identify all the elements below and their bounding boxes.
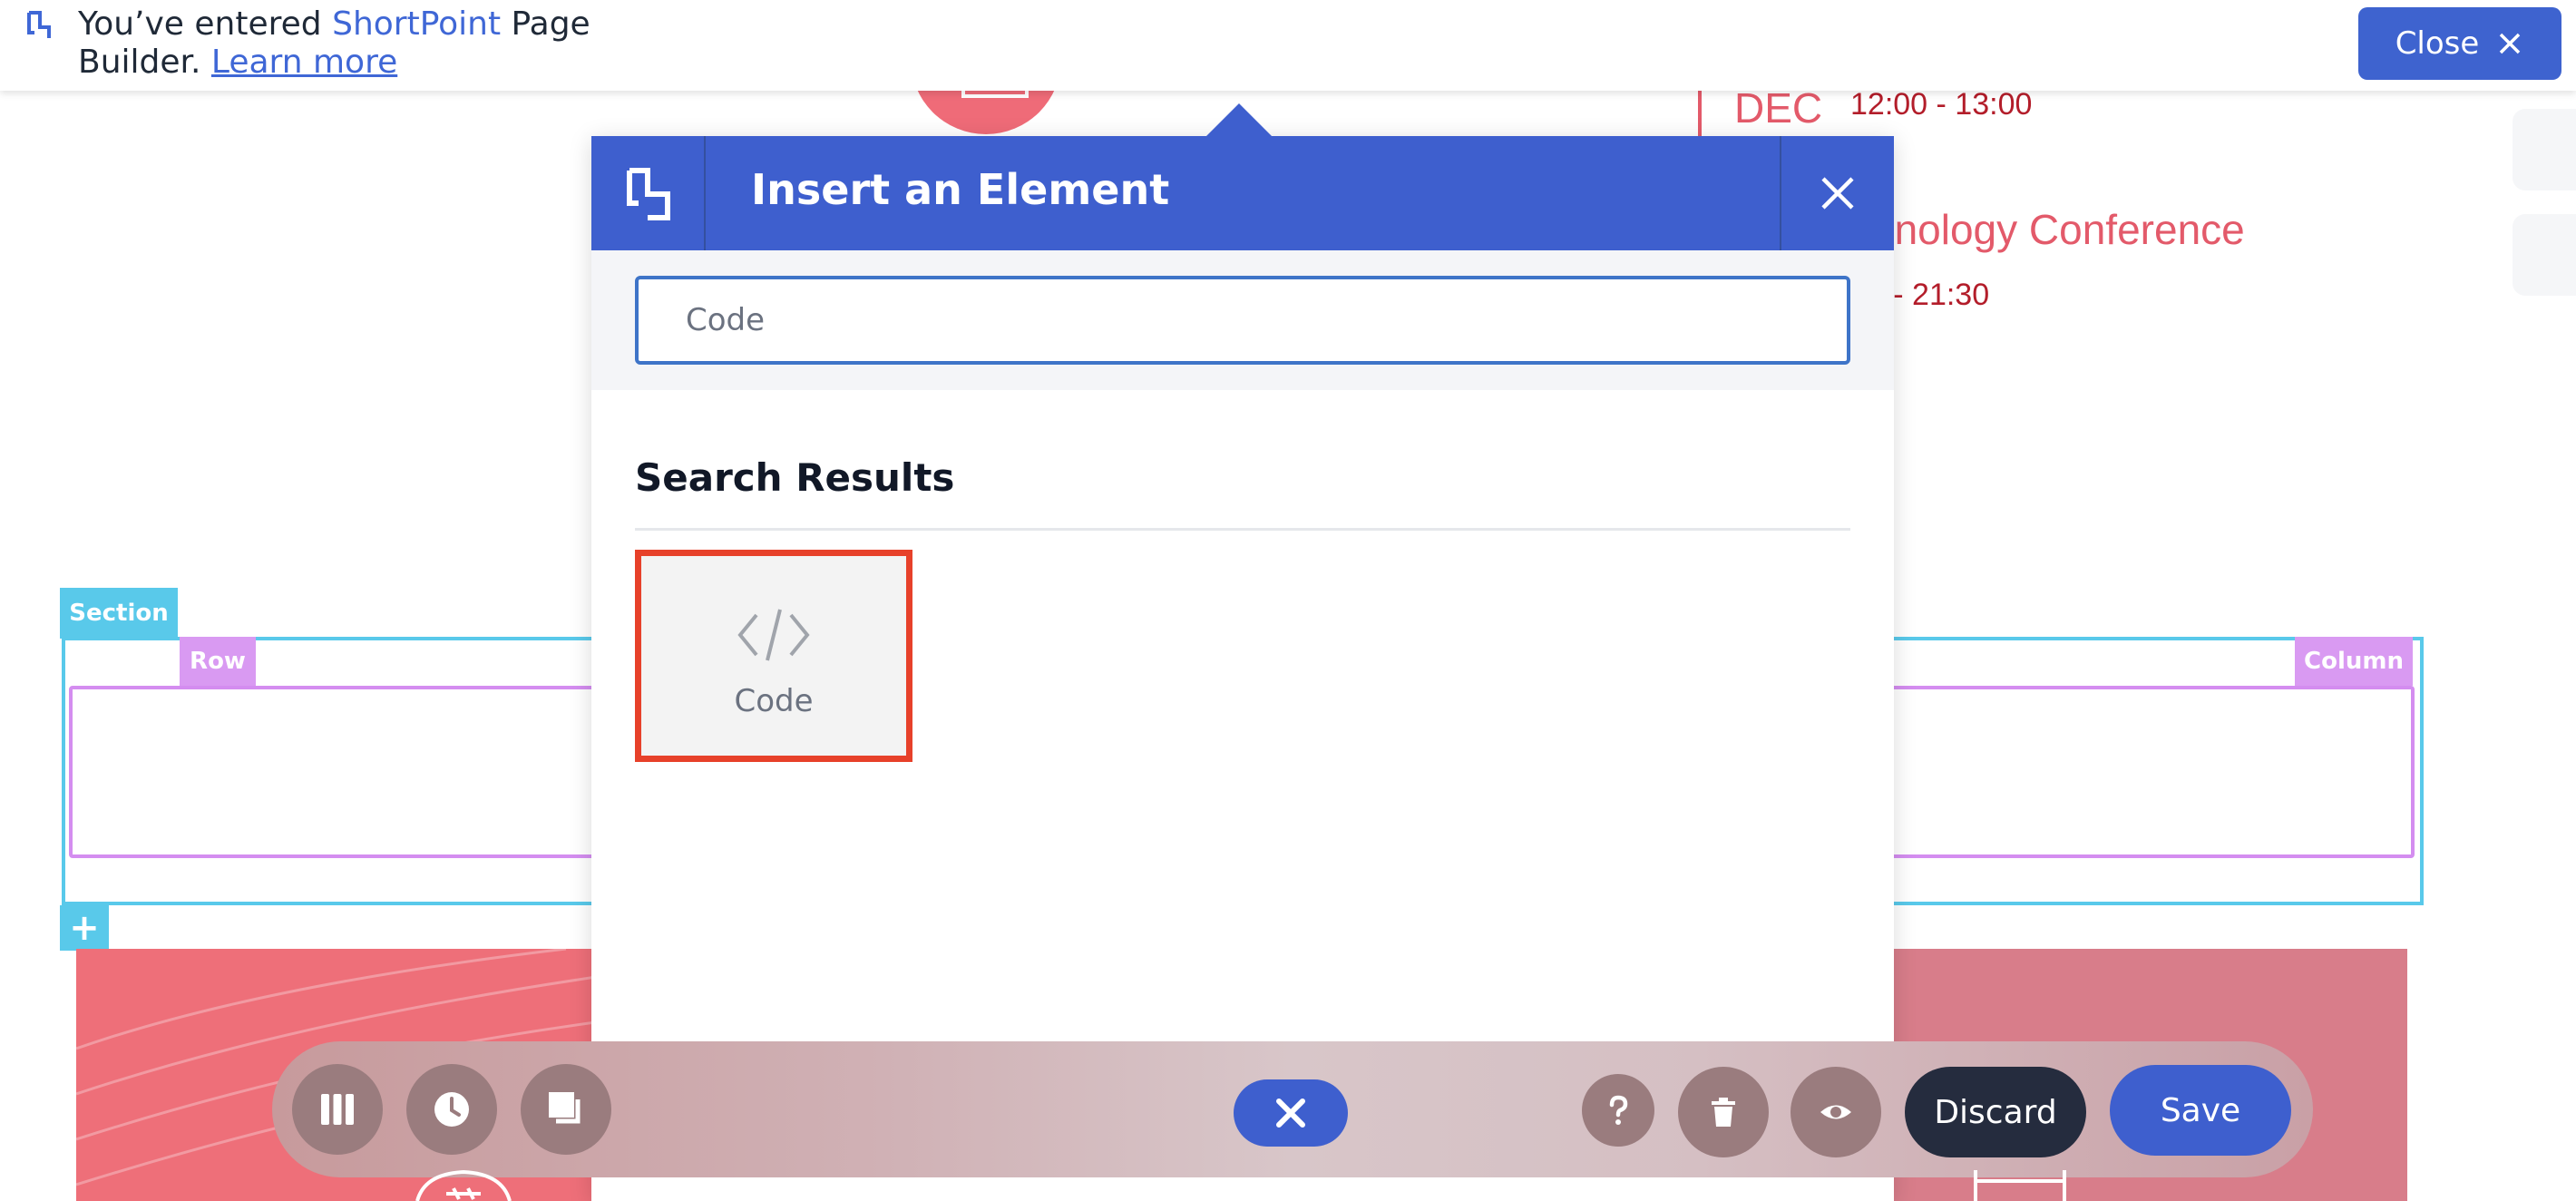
history-button[interactable]	[406, 1064, 497, 1155]
trash-icon	[1712, 1098, 1735, 1127]
code-icon	[737, 609, 810, 661]
discard-button[interactable]: Discard	[1905, 1067, 2086, 1157]
history-icon	[434, 1092, 469, 1127]
add-section-button[interactable]: +	[60, 905, 109, 951]
element-search-input[interactable]	[635, 276, 1850, 365]
modal-pointer-arrow	[1205, 103, 1273, 138]
notification-brand: ShortPoint	[332, 5, 502, 43]
close-builder-button[interactable]: Close	[2358, 7, 2561, 80]
side-panel-tab[interactable]	[2513, 214, 2576, 296]
close-icon	[2500, 33, 2521, 54]
side-panel-tab[interactable]	[2513, 109, 2576, 190]
notification-prefix: You’ve entered	[78, 5, 322, 43]
row-tag[interactable]: Row	[180, 637, 256, 686]
modal-header: Insert an Element	[591, 136, 1894, 250]
builder-toolbar: Discard Save	[272, 1041, 2313, 1177]
close-builder-label: Close	[2395, 25, 2480, 62]
columns-button[interactable]	[292, 1064, 383, 1155]
modal-title: Insert an Element	[751, 165, 1170, 214]
preview-button[interactable]	[1791, 1067, 1881, 1157]
save-button[interactable]: Save	[2110, 1065, 2291, 1156]
results-divider	[635, 528, 1850, 531]
layers-icon	[549, 1092, 581, 1124]
cancel-icon	[1276, 1098, 1305, 1128]
event-time-first: 12:00 - 13:00	[1850, 87, 2033, 122]
help-button[interactable]	[1582, 1074, 1654, 1147]
cancel-button[interactable]	[1234, 1079, 1348, 1147]
event-month: DEC	[1734, 84, 1823, 132]
goal-post-icon	[1974, 1170, 2066, 1201]
event-title: chnology Conference	[1850, 206, 2245, 253]
shortpoint-logo-icon	[627, 168, 670, 220]
eye-icon	[1820, 1105, 1851, 1119]
code-element-label: Code	[734, 683, 814, 719]
columns-icon	[321, 1094, 354, 1125]
learn-more-link[interactable]: Learn more	[211, 44, 397, 81]
modal-close-button[interactable]	[1780, 136, 1894, 250]
layers-button[interactable]	[521, 1064, 611, 1155]
builder-notification-bar: You’ve entered ShortPoint Page Builder. …	[0, 0, 2576, 91]
close-icon	[1821, 177, 1854, 210]
column-tag[interactable]: Column	[2295, 637, 2413, 686]
modal-logo	[591, 136, 706, 250]
help-icon	[1609, 1095, 1628, 1125]
football-icon	[415, 1170, 512, 1201]
delete-button[interactable]	[1678, 1067, 1769, 1157]
code-element-card[interactable]: Code	[635, 550, 912, 762]
search-results-heading: Search Results	[635, 455, 955, 500]
notification-message: You’ve entered ShortPoint Page Builder. …	[78, 5, 622, 82]
shortpoint-logo-icon	[27, 11, 51, 38]
section-tag[interactable]: Section	[60, 588, 178, 639]
